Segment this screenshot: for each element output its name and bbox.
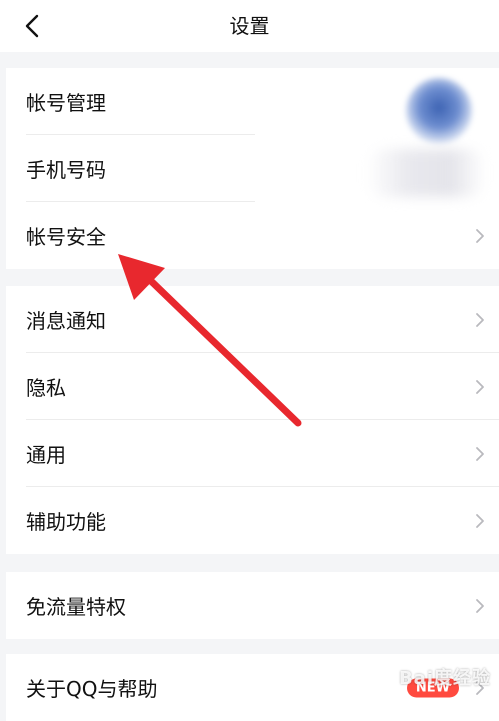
row-privacy[interactable]: 隐私 bbox=[6, 353, 499, 420]
chevron-right-icon bbox=[476, 379, 484, 394]
row-label-account-management: 帐号管理 bbox=[26, 91, 106, 115]
chevron-right-icon bbox=[476, 513, 484, 528]
row-account-management[interactable]: 帐号管理 bbox=[6, 68, 499, 144]
top-bar: 设置 bbox=[0, 0, 499, 52]
settings-group-data: 免流量特权 bbox=[6, 572, 499, 639]
row-general[interactable]: 通用 bbox=[6, 420, 499, 487]
row-account-security[interactable]: 帐号安全 bbox=[6, 202, 499, 269]
chevron-right-icon bbox=[476, 598, 484, 613]
row-label-about-help: 关于QQ与帮助 bbox=[26, 677, 158, 701]
row-notifications[interactable]: 消息通知 bbox=[6, 286, 499, 353]
row-label-privacy: 隐私 bbox=[26, 376, 66, 400]
row-free-data[interactable]: 免流量特权 bbox=[6, 572, 499, 639]
page-title: 设置 bbox=[229, 14, 270, 38]
row-label-phone-number: 手机号码 bbox=[26, 158, 106, 182]
row-label-notifications: 消息通知 bbox=[26, 309, 106, 333]
chevron-right-icon bbox=[476, 446, 484, 461]
row-accessibility[interactable]: 辅助功能 bbox=[6, 487, 499, 554]
blurred-phone-value bbox=[366, 149, 486, 197]
row-label-free-data: 免流量特权 bbox=[26, 595, 126, 619]
settings-group-account: 帐号管理 手机号码 帐号安全 bbox=[6, 68, 499, 269]
watermark: Bai度经验 bbox=[398, 668, 491, 689]
chevron-right-icon bbox=[476, 312, 484, 327]
row-label-general: 通用 bbox=[26, 443, 66, 467]
row-label-account-security: 帐号安全 bbox=[26, 225, 106, 249]
row-phone-number[interactable]: 手机号码 bbox=[6, 135, 499, 202]
row-label-accessibility: 辅助功能 bbox=[26, 510, 106, 534]
chevron-right-icon bbox=[476, 228, 484, 243]
settings-group-general: 消息通知 隐私 通用 辅助功能 bbox=[6, 286, 499, 554]
